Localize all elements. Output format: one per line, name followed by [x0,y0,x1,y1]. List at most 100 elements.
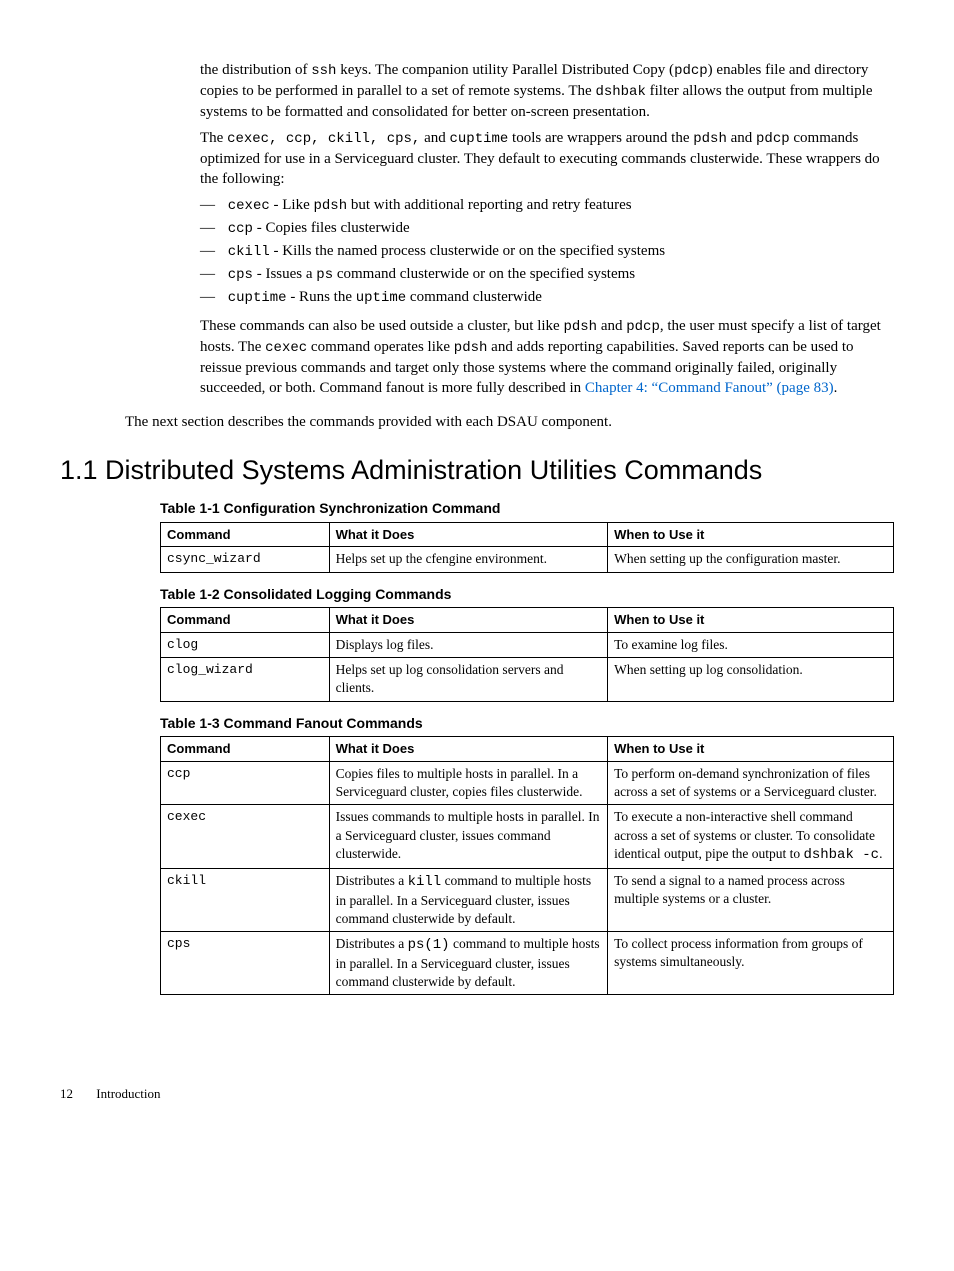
table-row: cps Distributes a ps(1) command to multi… [161,932,894,995]
cell-command: clog_wizard [161,658,330,701]
text: - Copies files clusterwide [253,220,410,236]
table-header-row: Command What it Does When to Use it [161,522,894,547]
col-when-to-use: When to Use it [608,522,894,547]
text: command clusterwide [406,289,542,305]
intro-paragraph-2: The cexec, ccp, ckill, cps, and cuptime … [200,128,894,189]
intro-paragraph-1: the distribution of ssh keys. The compan… [200,60,894,122]
cell-command: cexec [161,805,330,868]
table-1-2-title: Table 1-2 Consolidated Logging Commands [160,585,894,604]
cell-does: Copies files to multiple hosts in parall… [329,762,608,805]
text: - Issues a [253,266,316,282]
text: - Kills the named process clusterwide or… [270,243,665,259]
cell-does: Distributes a kill command to multiple h… [329,868,608,931]
code-pdsh: pdsh [454,340,488,356]
code-pdsh: pdsh [314,198,348,214]
table-row: csync_wizard Helps set up the cfengine e… [161,547,894,572]
code-ccp: ccp [228,221,253,237]
section-heading: 1.1 Distributed Systems Administration U… [60,452,894,488]
cell-does: Issues commands to multiple hosts in par… [329,805,608,868]
table-header-row: Command What it Does When to Use it [161,737,894,762]
col-command: Command [161,608,330,633]
cell-when: When setting up the configuration master… [608,547,894,572]
cell-when: To examine log files. [608,632,894,657]
list-item: ccp - Copies files clusterwide [200,218,894,239]
code-ssh: ssh [311,63,336,79]
code-cmds: cexec, ccp, ckill, cps, [227,131,420,147]
text: These commands can also be used outside … [200,318,563,334]
cell-when: When setting up log consolidation. [608,658,894,701]
table-row: clog_wizard Helps set up log consolidati… [161,658,894,701]
intro-paragraph-3: These commands can also be used outside … [200,316,894,398]
code-cuptime: cuptime [449,131,508,147]
table-1-2: Command What it Does When to Use it clog… [160,607,894,701]
cell-command: cps [161,932,330,995]
wrapper-command-list: cexec - Like pdsh but with additional re… [200,195,894,307]
cell-does: Helps set up the cfengine environment. [329,547,608,572]
cell-command: ckill [161,868,330,931]
footer-chapter-label: Introduction [96,1086,160,1101]
page-footer: 12 Introduction [60,1085,894,1103]
text: command operates like [307,339,454,355]
page-number: 12 [60,1086,73,1101]
code-dshbak-c: dshbak -c [803,847,879,863]
table-header-row: Command What it Does When to Use it [161,608,894,633]
cell-does: Helps set up log consolidation servers a… [329,658,608,701]
text: Distributes a [336,873,408,888]
code-cuptime: cuptime [228,290,287,306]
cell-when: To perform on-demand synchronization of … [608,762,894,805]
text: keys. The companion utility Parallel Dis… [336,62,674,78]
table-row: cexec Issues commands to multiple hosts … [161,805,894,868]
code-kill: kill [408,874,442,890]
table-row: ccp Copies files to multiple hosts in pa… [161,762,894,805]
text: The [200,130,227,146]
text: and [420,130,449,146]
table-1-1-title: Table 1-1 Configuration Synchronization … [160,499,894,518]
code-ps: ps [316,267,333,283]
code-pdsh: pdsh [693,131,727,147]
text: and [727,130,756,146]
code-pdcp: pdcp [756,131,790,147]
col-when-to-use: When to Use it [608,737,894,762]
text: the distribution of [200,62,311,78]
code-uptime: uptime [356,290,406,306]
code-ps1: ps(1) [408,937,450,953]
code-dshbak: dshbak [595,84,645,100]
code-pdsh: pdsh [563,319,597,335]
chapter-4-link[interactable]: Chapter 4: “Command Fanout” (page 83) [585,380,834,396]
col-when-to-use: When to Use it [608,608,894,633]
text: tools are wrappers around the [508,130,693,146]
code-pdcp: pdcp [626,319,660,335]
cell-command: csync_wizard [161,547,330,572]
text: but with additional reporting and retry … [347,197,632,213]
cell-command: clog [161,632,330,657]
cell-does: Displays log files. [329,632,608,657]
list-item: cuptime - Runs the uptime command cluste… [200,287,894,308]
col-what-it-does: What it Does [329,608,608,633]
cell-when: To send a signal to a named process acro… [608,868,894,931]
cell-command: ccp [161,762,330,805]
table-1-1: Command What it Does When to Use it csyn… [160,522,894,573]
list-item: ckill - Kills the named process clusterw… [200,241,894,262]
text: - Runs the [287,289,356,305]
cell-does: Distributes a ps(1) command to multiple … [329,932,608,995]
text: . [834,380,838,396]
table-1-3: Command What it Does When to Use it ccp … [160,736,894,995]
code-cexec: cexec [228,198,270,214]
table-row: ckill Distributes a kill command to mult… [161,868,894,931]
col-command: Command [161,737,330,762]
col-what-it-does: What it Does [329,522,608,547]
code-cexec: cexec [265,340,307,356]
text: . [879,846,882,861]
list-item: cps - Issues a ps command clusterwide or… [200,264,894,285]
table-row: clog Displays log files. To examine log … [161,632,894,657]
next-section-paragraph: The next section describes the commands … [125,412,894,432]
code-cps: cps [228,267,253,283]
cell-when: To execute a non-interactive shell comma… [608,805,894,868]
table-1-3-title: Table 1-3 Command Fanout Commands [160,714,894,733]
list-item: cexec - Like pdsh but with additional re… [200,195,894,216]
code-ckill: ckill [228,244,270,260]
text: - Like [270,197,314,213]
text: command clusterwide or on the specified … [333,266,635,282]
col-what-it-does: What it Does [329,737,608,762]
text: and [597,318,626,334]
